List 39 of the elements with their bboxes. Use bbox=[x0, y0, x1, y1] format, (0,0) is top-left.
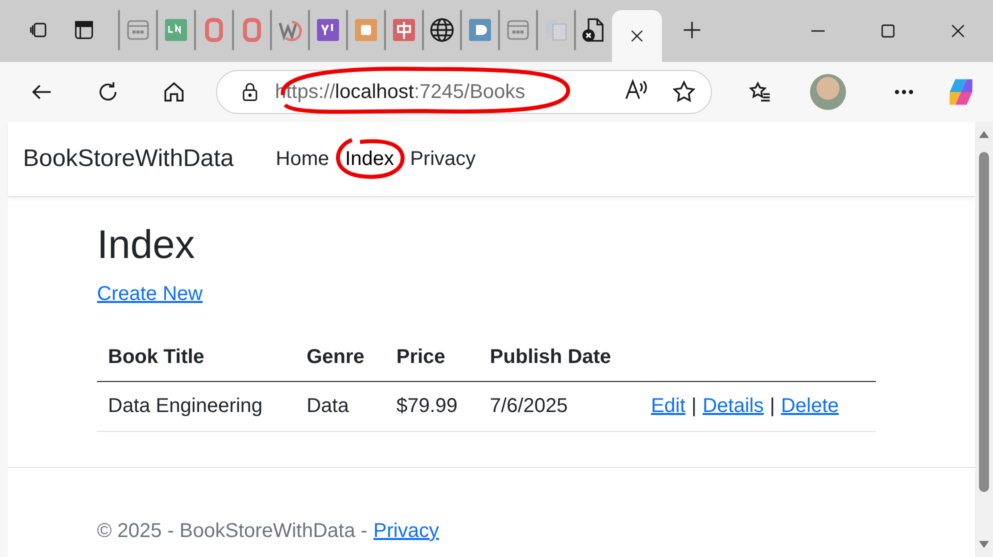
page-heading: Index bbox=[97, 222, 196, 269]
nav-link[interactable]: Privacy bbox=[402, 148, 484, 170]
ring-favicon-icon[interactable] bbox=[240, 18, 264, 42]
separator-text: | bbox=[770, 395, 775, 417]
create-new-link[interactable]: Create New bbox=[97, 283, 203, 305]
window-icon[interactable] bbox=[506, 18, 530, 42]
column-header: Publish Date bbox=[478, 334, 640, 382]
action-link[interactable]: Delete bbox=[780, 395, 839, 417]
table-cell: 7/6/2025 bbox=[478, 382, 640, 432]
column-header: Genre bbox=[296, 334, 386, 382]
separator-text: | bbox=[691, 395, 697, 417]
footer-text: © 2025 - BookStoreWithData - bbox=[97, 520, 368, 543]
brand-link[interactable]: BookStoreWithData bbox=[23, 145, 234, 173]
profile-avatar[interactable] bbox=[810, 74, 846, 110]
window-icon[interactable] bbox=[126, 18, 150, 42]
table-cell: Data Engineering bbox=[97, 382, 296, 432]
tab-actions-icon[interactable] bbox=[73, 19, 95, 41]
scroll-up-icon[interactable] bbox=[978, 129, 990, 139]
globe-icon[interactable] bbox=[429, 17, 455, 43]
new-tab-icon[interactable] bbox=[681, 19, 703, 41]
table-cell: Data bbox=[296, 382, 386, 432]
swoosh-favicon-icon[interactable] bbox=[278, 18, 302, 42]
column-header: Price bbox=[385, 334, 479, 382]
letters-favicon-icon[interactable] bbox=[164, 18, 188, 42]
favorite-star-icon[interactable] bbox=[671, 79, 697, 105]
nav-link[interactable]: Index bbox=[337, 148, 402, 170]
ring-favicon-icon[interactable] bbox=[202, 18, 226, 42]
action-link[interactable]: Edit bbox=[650, 395, 686, 417]
action-link[interactable]: Details bbox=[702, 395, 764, 417]
column-header: Book Title bbox=[97, 334, 296, 382]
table-cell: $79.99 bbox=[385, 382, 479, 432]
scroll-down-icon[interactable] bbox=[978, 540, 990, 550]
scrollbar[interactable] bbox=[975, 122, 993, 557]
scroll-thumb[interactable] bbox=[979, 152, 989, 492]
exclaim-favicon-icon[interactable] bbox=[316, 18, 340, 42]
socket-favicon-icon[interactable] bbox=[354, 18, 378, 42]
nav-link[interactable]: Home bbox=[268, 148, 338, 170]
cross-favicon-icon[interactable] bbox=[392, 18, 416, 42]
privacy-link[interactable]: Privacy bbox=[373, 520, 439, 543]
